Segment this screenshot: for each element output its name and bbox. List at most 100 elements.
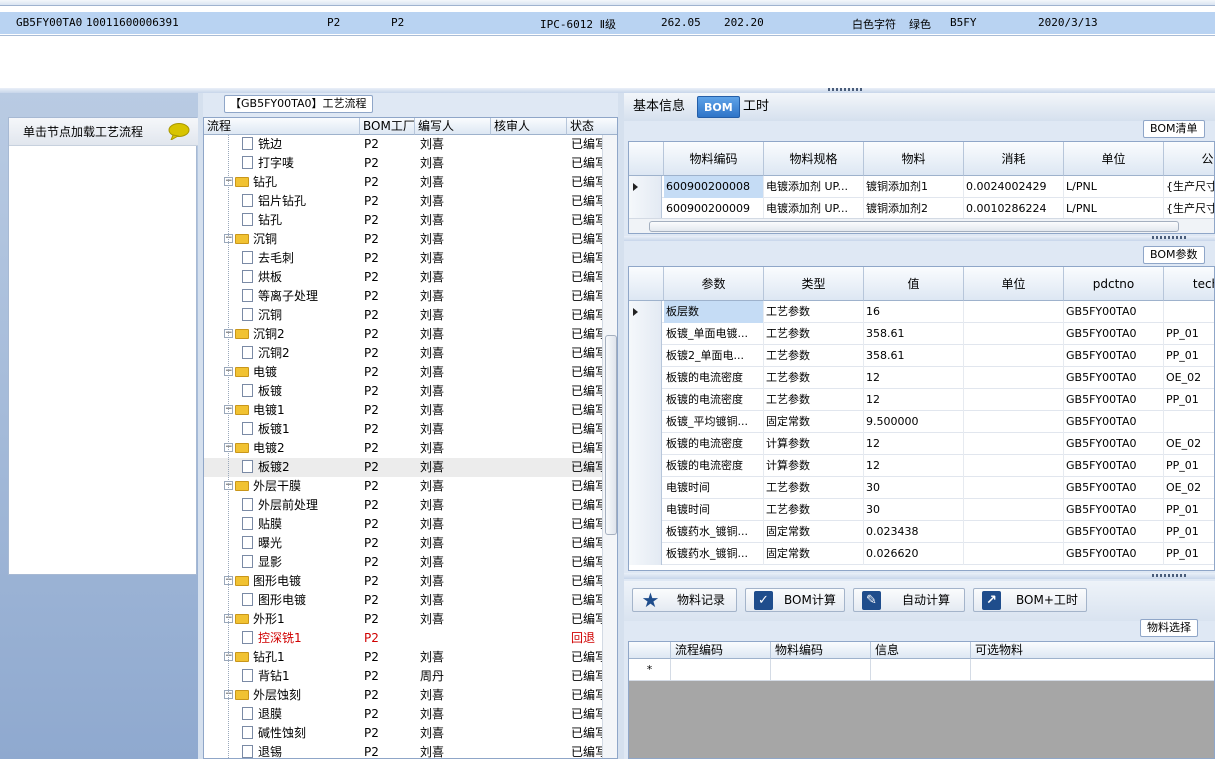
bom-list-cell[interactable]: L/PNL bbox=[1064, 176, 1164, 198]
tree-node-group[interactable]: − 电镀1 P2 刘喜 已编写 bbox=[204, 401, 607, 420]
tree-node-step[interactable]: 显影 P2 刘喜 已编写 bbox=[204, 553, 607, 572]
bom-list-cell[interactable]: 镀铜添加剂2 bbox=[864, 198, 964, 220]
bom-list-row-header[interactable] bbox=[629, 198, 662, 220]
bom-params-row-header[interactable] bbox=[629, 543, 662, 565]
bom-params-cell[interactable]: 板镀的电流密度 bbox=[664, 389, 764, 411]
tree-node-step[interactable]: 图形电镀 P2 刘喜 已编写 bbox=[204, 591, 607, 610]
bom-params-cell[interactable]: 电镀时间 bbox=[664, 499, 764, 521]
tree-node-step[interactable]: 板镀 P2 刘喜 已编写 bbox=[204, 382, 607, 401]
bom-params-cell[interactable] bbox=[964, 345, 1064, 367]
bom-list-cell[interactable]: 电镀添加剂 UP... bbox=[764, 198, 864, 220]
tree-node-step[interactable]: 钻孔 P2 刘喜 已编写 bbox=[204, 211, 607, 230]
tree-node-step[interactable]: 铝片钻孔 P2 刘喜 已编写 bbox=[204, 192, 607, 211]
tree-node-step[interactable]: 退膜 P2 刘喜 已编写 bbox=[204, 705, 607, 724]
bom-params-row[interactable]: 板镀药水_镀铜... 固定常数 0.023438 GB5FY00TA0 PP_01 bbox=[629, 521, 1214, 543]
bom-params-cell[interactable]: 工艺参数 bbox=[764, 323, 864, 345]
bom-params-cell[interactable]: GB5FY00TA0 bbox=[1064, 411, 1164, 433]
bom-params-cell[interactable]: 16 bbox=[864, 301, 964, 323]
bom-params-row[interactable]: 板镀的电流密度 工艺参数 12 GB5FY00TA0 PP_01 bbox=[629, 389, 1214, 411]
mat-col-info[interactable]: 信息 bbox=[871, 642, 971, 659]
bom-params-row[interactable]: 板层数 工艺参数 16 GB5FY00TA0 bbox=[629, 301, 1214, 323]
bom-params-cell[interactable] bbox=[964, 543, 1064, 565]
tab-hours[interactable]: 工时 bbox=[737, 96, 775, 118]
tree-node-group[interactable]: − 外形1 P2 刘喜 已编写 bbox=[204, 610, 607, 629]
load-process-button[interactable]: 单击节点加载工艺流程 bbox=[9, 118, 198, 146]
bom-params-row-header[interactable] bbox=[629, 389, 662, 411]
bom-params-cell[interactable]: 12 bbox=[864, 367, 964, 389]
bom-params-row-header[interactable] bbox=[629, 477, 662, 499]
bom-params-cell[interactable]: GB5FY00TA0 bbox=[1064, 389, 1164, 411]
bom-list-cell[interactable]: {生产尺寸 bbox=[1164, 176, 1214, 198]
bom-params-cell[interactable]: 30 bbox=[864, 477, 964, 499]
mat-new-flow-code[interactable] bbox=[671, 659, 771, 681]
bom-params-cell[interactable]: GB5FY00TA0 bbox=[1064, 477, 1164, 499]
bom-params-cell[interactable]: PP_01 bbox=[1164, 323, 1214, 345]
bom-params-cell[interactable]: 12 bbox=[864, 433, 964, 455]
bom-params-cell[interactable]: 固定常数 bbox=[764, 521, 864, 543]
mat-col-flow-code[interactable]: 流程编码 bbox=[671, 642, 771, 659]
tree-node-step[interactable]: 控深铣1 P2 回退 bbox=[204, 629, 604, 648]
bom-col-unit[interactable]: 单位 bbox=[1064, 142, 1164, 176]
auto-calc-button[interactable]: ✎ 自动计算 bbox=[853, 588, 965, 612]
bom-hours-button[interactable]: ↗ BOM+工时 bbox=[973, 588, 1087, 612]
bom-calc-button[interactable]: ✓ BOM计算 bbox=[745, 588, 845, 612]
mat-col-options[interactable]: 可选物料 bbox=[971, 642, 1214, 659]
bom-params-cell[interactable]: 板镀_单面电镀... bbox=[664, 323, 764, 345]
tree-node-step[interactable]: 沉铜2 P2 刘喜 已编写 bbox=[204, 344, 607, 363]
bom-col-consume[interactable]: 消耗 bbox=[964, 142, 1064, 176]
bom-params-row[interactable]: 板镀的电流密度 计算参数 12 GB5FY00TA0 PP_01 bbox=[629, 455, 1214, 477]
tree-node-step[interactable]: 退锡 P2 刘喜 已编写 bbox=[204, 743, 607, 758]
bom-params-row[interactable]: 电镀时间 工艺参数 30 GB5FY00TA0 PP_01 bbox=[629, 499, 1214, 521]
bom-list-row-header[interactable] bbox=[629, 176, 662, 198]
bom-params-row[interactable]: 板镀的电流密度 计算参数 12 GB5FY00TA0 OE_02 bbox=[629, 433, 1214, 455]
bom-params-row-header[interactable] bbox=[629, 301, 662, 323]
bom-params-row[interactable]: 电镀时间 工艺参数 30 GB5FY00TA0 OE_02 bbox=[629, 477, 1214, 499]
bom-params-cell[interactable]: 电镀时间 bbox=[664, 477, 764, 499]
params-splitter[interactable] bbox=[624, 573, 1215, 579]
bom-list-cell[interactable]: 电镀添加剂 UP... bbox=[764, 176, 864, 198]
tab-basic-info[interactable]: 基本信息 bbox=[627, 96, 691, 118]
bom-params-cell[interactable]: GB5FY00TA0 bbox=[1064, 367, 1164, 389]
bom-params-row[interactable]: 板镀_单面电镀... 工艺参数 358.61 GB5FY00TA0 PP_01 bbox=[629, 323, 1214, 345]
tree-node-group[interactable]: − 电镀2 P2 刘喜 已编写 bbox=[204, 439, 607, 458]
bom-list-cell[interactable]: 镀铜添加剂1 bbox=[864, 176, 964, 198]
bom-list-cell[interactable]: 600900200008 bbox=[664, 176, 764, 198]
bom-params-cell[interactable]: 板镀药水_镀铜... bbox=[664, 521, 764, 543]
tree-node-step[interactable]: 碱性蚀刻 P2 刘喜 已编写 bbox=[204, 724, 607, 743]
bom-params-cell[interactable] bbox=[964, 433, 1064, 455]
bom-params-cell[interactable]: 工艺参数 bbox=[764, 477, 864, 499]
bom-params-cell[interactable]: 板镀2_单面电... bbox=[664, 345, 764, 367]
bom-params-cell[interactable]: GB5FY00TA0 bbox=[1064, 323, 1164, 345]
bom-params-cell[interactable] bbox=[964, 455, 1064, 477]
bom-params-cell[interactable] bbox=[964, 389, 1064, 411]
bom-list-row[interactable]: 600900200009 电镀添加剂 UP... 镀铜添加剂2 0.001028622… bbox=[629, 198, 1214, 220]
tree-scrollbar[interactable] bbox=[602, 135, 617, 758]
bom-params-cell[interactable] bbox=[964, 477, 1064, 499]
mat-new-options[interactable] bbox=[971, 659, 1214, 681]
tree-node-step[interactable]: 板镀2 P2 刘喜 已编写 bbox=[204, 458, 607, 477]
bom-col-code[interactable]: 物料编码 bbox=[664, 142, 764, 176]
bom-params-cell[interactable]: PP_01 bbox=[1164, 455, 1214, 477]
tree-scroll-thumb[interactable] bbox=[605, 335, 617, 535]
bom-params-cell[interactable]: 板镀_平均镀铜... bbox=[664, 411, 764, 433]
bom-params-cell[interactable]: 12 bbox=[864, 389, 964, 411]
bom-params-cell[interactable]: 板镀的电流密度 bbox=[664, 433, 764, 455]
tree-node-step[interactable]: 打字唛 P2 刘喜 已编写 bbox=[204, 154, 607, 173]
params-col-type[interactable]: 类型 bbox=[764, 267, 864, 301]
bom-col-formula[interactable]: 公式 bbox=[1164, 142, 1214, 176]
bom-params-row-header[interactable] bbox=[629, 433, 662, 455]
bom-params-cell[interactable]: GB5FY00TA0 bbox=[1064, 345, 1164, 367]
bom-params-cell[interactable] bbox=[964, 301, 1064, 323]
tree-node-group[interactable]: − 钻孔1 P2 刘喜 已编写 bbox=[204, 648, 607, 667]
tree-node-step[interactable]: 曝光 P2 刘喜 已编写 bbox=[204, 534, 607, 553]
bom-params-cell[interactable]: 12 bbox=[864, 455, 964, 477]
bom-params-cell[interactable]: 板镀的电流密度 bbox=[664, 455, 764, 477]
tree-node-group[interactable]: − 外层干膜 P2 刘喜 已编写 bbox=[204, 477, 607, 496]
bom-params-cell[interactable]: 计算参数 bbox=[764, 433, 864, 455]
bom-params-cell[interactable]: GB5FY00TA0 bbox=[1064, 499, 1164, 521]
bom-params-cell[interactable]: 板镀药水_镀铜... bbox=[664, 543, 764, 565]
tree-node-step[interactable]: 板镀1 P2 刘喜 已编写 bbox=[204, 420, 607, 439]
bom-list-cell[interactable]: 0.0024002429 bbox=[964, 176, 1064, 198]
tree-node-group[interactable]: − 沉铜 P2 刘喜 已编写 bbox=[204, 230, 607, 249]
bom-params-cell[interactable]: 工艺参数 bbox=[764, 367, 864, 389]
